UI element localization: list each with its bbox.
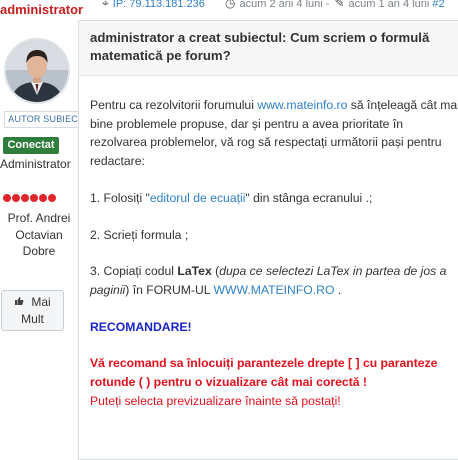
ip-address[interactable]: IP: 79.113.181.236 [113,0,205,10]
post-header: administrator a creat subiectul: Cum scr… [79,21,458,76]
post-number-link[interactable]: #2 [432,0,444,10]
avatar[interactable] [4,38,70,104]
rank-dot-icon [30,194,38,202]
step-1: 1. Folosiți "editorul de ecuații" din st… [90,189,458,208]
step-3-text: 3. Copiați codul [90,264,178,279]
intro-paragraph: Pentru ca rezolvitorii forumului www.mat… [90,96,458,171]
step-1-text: 1. Folosiți " [90,190,150,205]
latex-label: LaTex [177,264,212,279]
post-panel: administrator a creat subiectul: Cum scr… [78,20,458,460]
post-meta-bar: ⌖ IP: 79.113.181.236 ◷ acum 2 ani 4 luni -… [102,0,445,11]
step-3-text-2: ) în FORUM-UL [125,282,214,297]
author-badge: AUTOR SUBIECT [4,111,88,128]
site-link[interactable]: www.mateinfo.ro [257,98,347,112]
equation-editor-link[interactable]: editorul de ecuații [150,191,246,205]
step-3-end: . [334,282,342,297]
rank-dot-icon [21,194,29,202]
warning-text: Vă recomand sa înlocuiți parantezele dre… [90,356,438,390]
forum-link[interactable]: WWW.MATEINFO.RO [214,283,335,297]
post-title: administrator a creat subiectul: Cum scr… [90,30,430,63]
user-role: Administrator [0,157,71,171]
created-time: acum 2 ani 4 luni - [239,0,330,10]
recommendation-heading: RECOMANDARE! [90,319,192,334]
rank-dots [3,194,56,204]
rank-dot-icon [48,194,56,202]
clock-icon: ◷ [225,0,236,10]
rank-dot-icon [12,194,20,202]
rank-dot-icon [3,194,11,202]
thumbs-up-icon [14,297,27,309]
avatar-image [6,40,68,102]
map-marker-icon: ⌖ [102,0,109,10]
preview-tip: Puteți selecta previzualizare înainte să… [90,393,341,408]
intro-text: Pentru ca rezolvitorii forumului [90,98,258,112]
step-3: 3. Copiați codul LaTex (dupa ce selectez… [90,262,458,299]
step-1-text-2: " din stânga ecranului .; [245,190,373,205]
online-status-badge: Conectat [3,137,59,154]
more-button[interactable]: Mai Mult [1,290,64,331]
edit-icon: ✎ [334,0,345,10]
step-2: 2. Scrieți formula ; [90,227,189,242]
username[interactable]: administrator [0,1,83,18]
post-body: Pentru ca rezolvitorii forumului www.mat… [79,76,458,410]
edited-time: acum 1 an 4 luni [348,0,430,10]
user-real-name: Prof. Andrei Octavian Dobre [7,211,71,258]
rank-dot-icon [39,194,47,202]
